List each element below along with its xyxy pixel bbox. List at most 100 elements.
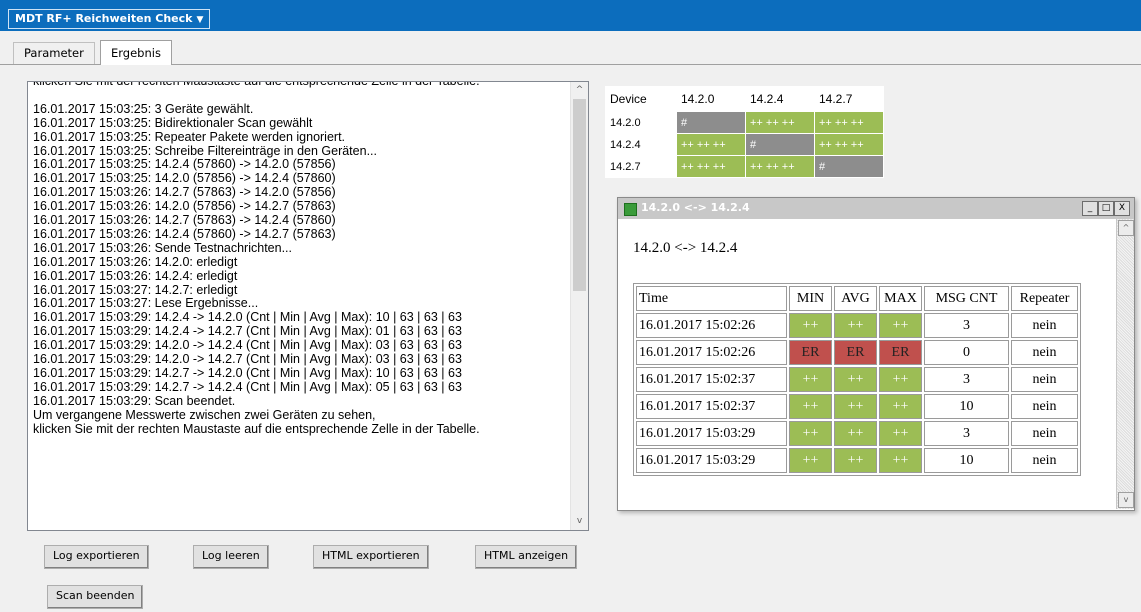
matrix-header-device: Device [605,86,677,112]
detail-scrollbar[interactable]: ^ v [1116,219,1134,509]
scroll-down-icon[interactable]: v [571,513,588,530]
matrix-row-device: 14.2.7 [605,155,677,178]
log-line: 16.01.2017 15:03:29: Scan beendet. [33,393,236,408]
log-line: 16.01.2017 15:03:27: Lese Ergebnisse... [33,296,259,311]
scroll-up-icon[interactable]: ^ [1118,220,1134,236]
log-line: 16.01.2017 15:03:26: 14.2.4 (57860) -> 1… [33,226,336,241]
cell-repeater: nein [1011,394,1078,419]
matrix-cell[interactable]: ++ ++ ++ [814,111,884,134]
matrix-cell[interactable]: ++ ++ ++ [745,155,815,178]
close-icon[interactable]: X [1114,201,1130,216]
app-menu-button[interactable]: MDT RF+ Reichweiten Check ▼ [8,9,211,29]
cell-time: 16.01.2017 15:02:37 [636,394,787,419]
log-export-button[interactable]: Log exportieren [44,545,149,569]
scan-stop-button[interactable]: Scan beenden [47,585,144,609]
cell-time: 16.01.2017 15:02:26 [636,313,787,338]
log-line: 16.01.2017 15:03:29: 14.2.7 -> 14.2.4 (C… [33,379,462,394]
matrix-cell[interactable]: ++ ++ ++ [814,133,884,156]
matrix-cell[interactable]: ++ ++ ++ [676,155,746,178]
matrix-row: 14.2.0 # ++ ++ ++ ++ ++ ++ [605,111,884,134]
table-icon [624,203,637,216]
log-line: 16.01.2017 15:03:29: 14.2.0 -> 14.2.4 (C… [33,338,462,353]
cell-repeater: nein [1011,367,1078,392]
cell-min: ++ [789,448,832,473]
cell-max: ++ [879,448,922,473]
col-header-time: Time [636,286,787,311]
detail-row: 16.01.2017 15:02:26 ++ ++ ++ 3 nein [636,313,1078,338]
app-titlebar: MDT RF+ Reichweiten Check ▼ [0,0,1141,31]
log-line: Um vergangene Messwerte zwischen zwei Ge… [33,407,376,422]
log-line: 16.01.2017 15:03:29: 14.2.0 -> 14.2.7 (C… [33,352,462,367]
detail-window-titlebar[interactable]: 14.2.0 <-> 14.2.4 _ □ X [618,198,1134,219]
matrix-cell[interactable]: # [676,111,746,134]
cell-min: ++ [789,421,832,446]
cell-avg: ++ [834,394,877,419]
col-header-avg: AVG [834,286,877,311]
log-line: 16.01.2017 15:03:29: 14.2.7 -> 14.2.0 (C… [33,366,462,381]
app-title: MDT RF+ Reichweiten Check [15,12,193,25]
matrix-cell[interactable]: # [745,133,815,156]
matrix-header-col: 14.2.0 [676,86,746,112]
log-scrollbar[interactable]: ^ v [570,82,588,530]
cell-avg: ++ [834,448,877,473]
cell-min: ER [789,340,832,365]
detail-table: Time MIN AVG MAX MSG CNT Repeater 16.01.… [633,283,1081,476]
cell-max: ++ [879,421,922,446]
log-line: 16.01.2017 15:03:29: 14.2.4 -> 14.2.0 (C… [33,310,462,325]
log-textarea[interactable]: klicken Sie mit der rechten Maustaste au… [27,81,589,531]
tab-ergebnis[interactable]: Ergebnis [100,40,172,65]
cell-min: ++ [789,367,832,392]
log-line: 16.01.2017 15:03:26: 14.2.7 (57863) -> 1… [33,185,336,200]
cell-msg-cnt: 0 [924,340,1009,365]
matrix-header-col: 14.2.4 [745,86,815,112]
detail-row: 16.01.2017 15:03:29 ++ ++ ++ 10 nein [636,448,1078,473]
matrix-header-col: 14.2.7 [814,86,884,112]
log-scroll-thumb[interactable] [573,99,586,291]
log-line: 16.01.2017 15:03:26: 14.2.7 (57863) -> 1… [33,213,336,228]
cell-msg-cnt: 3 [924,421,1009,446]
detail-window-title: 14.2.0 <-> 14.2.4 [641,201,750,214]
col-header-repeater: Repeater [1011,286,1078,311]
cell-max: ER [879,340,922,365]
cell-repeater: nein [1011,313,1078,338]
cell-max: ++ [879,313,922,338]
matrix-row-device: 14.2.4 [605,133,677,156]
col-header-msg-cnt: MSG CNT [924,286,1009,311]
matrix-cell[interactable]: # [814,155,884,178]
cell-time: 16.01.2017 15:02:37 [636,367,787,392]
chevron-down-icon: ▼ [196,15,204,25]
log-line: 16.01.2017 15:03:25: Bidirektionaler Sca… [33,115,313,130]
detail-window: 14.2.0 <-> 14.2.4 _ □ X 14.2.0 <-> 14.2.… [617,197,1135,511]
matrix-cell[interactable]: ++ ++ ++ [676,133,746,156]
tab-parameter[interactable]: Parameter [13,42,95,64]
cell-max: ++ [879,367,922,392]
log-line: 16.01.2017 15:03:27: 14.2.7: erledigt [33,282,238,297]
minimize-icon[interactable]: _ [1082,201,1098,216]
log-line: klicken Sie mit der rechten Maustaste au… [33,421,480,436]
detail-row: 16.01.2017 15:03:29 ++ ++ ++ 3 nein [636,421,1078,446]
scroll-down-icon[interactable]: v [1118,492,1134,508]
matrix-row: 14.2.7 ++ ++ ++ ++ ++ ++ # [605,155,884,178]
cell-repeater: nein [1011,448,1078,473]
log-line: 16.01.2017 15:03:26: 14.2.0 (57856) -> 1… [33,199,336,214]
detail-row: 16.01.2017 15:02:37 ++ ++ ++ 3 nein [636,367,1078,392]
cell-time: 16.01.2017 15:03:29 [636,421,787,446]
maximize-icon[interactable]: □ [1098,201,1114,216]
log-line: 16.01.2017 15:03:25: 3 Geräte gewählt. [33,101,254,116]
matrix-header-row: Device 14.2.0 14.2.4 14.2.7 [605,86,884,112]
log-line: 16.01.2017 15:03:25: Repeater Pakete wer… [33,129,346,144]
log-line: 16.01.2017 15:03:25: 14.2.0 (57856) -> 1… [33,171,336,186]
scroll-up-icon[interactable]: ^ [571,82,588,99]
col-header-max: MAX [879,286,922,311]
detail-heading: 14.2.0 <-> 14.2.4 [633,240,738,256]
cell-min: ++ [789,313,832,338]
html-show-button[interactable]: HTML anzeigen [475,545,578,569]
log-clear-button[interactable]: Log leeren [193,545,269,569]
cell-repeater: nein [1011,421,1078,446]
cell-avg: ++ [834,313,877,338]
cell-msg-cnt: 10 [924,394,1009,419]
html-export-button[interactable]: HTML exportieren [313,545,429,569]
cell-msg-cnt: 3 [924,313,1009,338]
log-line: 16.01.2017 15:03:26: Sende Testnachricht… [33,240,292,255]
matrix-cell[interactable]: ++ ++ ++ [745,111,815,134]
